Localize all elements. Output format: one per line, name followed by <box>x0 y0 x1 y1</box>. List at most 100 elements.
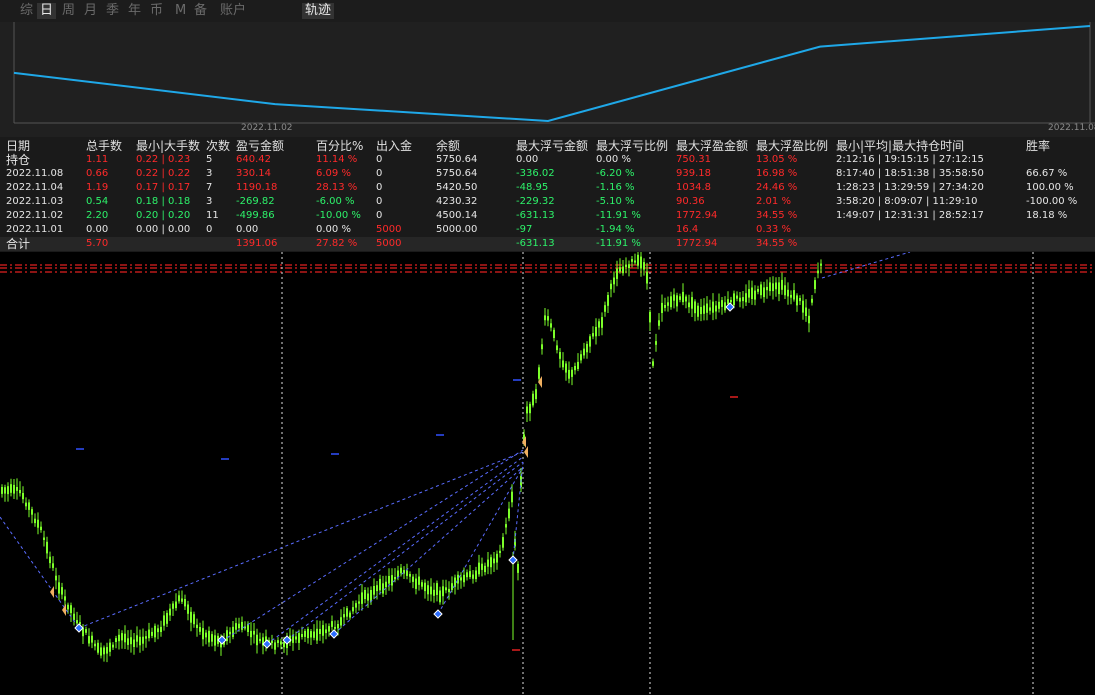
table-row: 2022.11.01 0.00 0.00 | 0.00 0 0.00 0.00 % 5000… <box>0 223 1095 237</box>
candle-body <box>301 634 303 637</box>
candle-body <box>760 284 762 296</box>
cell-7: 5750.64 <box>436 168 478 179</box>
trade-line <box>266 456 524 645</box>
cell-6: 5000 <box>376 224 402 235</box>
header-cell-9: 最大浮亏比例 <box>596 139 669 153</box>
candle-body <box>541 344 543 350</box>
tab-3[interactable]: 月 <box>81 3 100 19</box>
cell-10: 939.18 <box>676 168 711 179</box>
price-chart[interactable] <box>0 252 1095 695</box>
candle-body <box>298 633 300 643</box>
candle-body <box>751 287 753 299</box>
cell-2: 0.22 | 0.23 <box>136 154 191 165</box>
header-cell-12: 最小|平均|最大持仓时间 <box>836 139 965 153</box>
candle-body <box>379 578 381 591</box>
cell-8: -336.02 <box>516 168 555 179</box>
header-cell-13: 胜率 <box>1026 139 1051 153</box>
cell-4: -499.86 <box>236 210 275 221</box>
candle-body <box>394 577 396 580</box>
candle-body <box>712 301 714 313</box>
candle-body <box>565 363 567 373</box>
candle-body <box>103 647 105 655</box>
candle-body <box>436 583 438 595</box>
candle-body <box>814 280 816 290</box>
trade-line <box>286 461 524 641</box>
candle-body <box>658 320 660 326</box>
tab-8[interactable]: 备 <box>191 3 210 19</box>
candle-body <box>538 367 540 379</box>
candle-body <box>148 629 150 639</box>
candle-body <box>568 369 570 379</box>
candle-body <box>784 285 786 296</box>
table-row: 2022.11.08 0.66 0.22 | 0.22 3 330.14 6.09 % 0 5… <box>0 167 1095 181</box>
cell-9: -11.91 % <box>596 238 641 249</box>
candle-body <box>661 302 663 313</box>
table-row: 持仓 1.11 0.22 | 0.23 5 640.42 11.14 % 0 5750.64 0… <box>0 153 1095 167</box>
cell-12: 1:49:07 | 12:31:31 | 28:52:17 <box>836 210 984 221</box>
candle-body <box>238 623 240 629</box>
tab-2[interactable]: 周 <box>59 3 78 19</box>
candle-body <box>190 611 192 623</box>
candle-body <box>178 595 180 602</box>
tab-1[interactable]: 日 <box>37 3 57 19</box>
candle-body <box>418 576 420 585</box>
tab-0[interactable]: 综 <box>17 3 36 19</box>
candle-body <box>13 484 15 494</box>
cell-8: -631.13 <box>516 238 555 249</box>
candle-body <box>91 635 93 643</box>
cell-13: 100.00 % <box>1026 182 1074 193</box>
candle-body <box>781 279 783 290</box>
candle-body <box>43 537 45 540</box>
tab-6[interactable]: 币 <box>147 3 166 19</box>
equity-date-right: 2022.11.08 <box>1048 123 1095 133</box>
candle-body <box>346 608 348 617</box>
header-cell-10: 最大浮盈金额 <box>676 139 749 153</box>
tab-5[interactable]: 年 <box>125 3 144 19</box>
candle-body <box>208 630 210 643</box>
cell-7: 4500.14 <box>436 210 478 221</box>
candle-body <box>391 575 393 586</box>
cell-8: -631.13 <box>516 210 555 221</box>
candle-body <box>40 526 42 531</box>
candle-body <box>433 589 435 596</box>
candle-body <box>724 302 726 311</box>
candle-body <box>649 311 651 323</box>
candle-body <box>484 565 486 573</box>
cell-11: 0.33 % <box>756 224 791 235</box>
candle-body <box>415 578 417 589</box>
candle-body <box>112 644 114 648</box>
candle-body <box>697 305 699 317</box>
candle-body <box>613 277 615 285</box>
candle-body <box>637 254 639 266</box>
candle-body <box>256 634 258 646</box>
candle-body <box>676 295 678 307</box>
cell-11: 24.46 % <box>756 182 798 193</box>
cell-5: 11.14 % <box>316 154 358 165</box>
candle-body <box>634 260 636 263</box>
cell-3: 0 <box>206 224 213 235</box>
candle-body <box>787 289 789 297</box>
cell-9: 0.00 % <box>596 154 631 165</box>
candle-body <box>163 615 165 626</box>
candle-body <box>475 570 477 580</box>
candle-body <box>535 389 537 400</box>
tab-7[interactable]: M <box>172 3 189 19</box>
tab-9[interactable]: 账户 <box>217 3 249 19</box>
cell-0: 持仓 <box>6 153 31 167</box>
tab-trail[interactable]: 轨迹 <box>302 3 335 19</box>
candle-body <box>445 587 447 591</box>
cell-3: 5 <box>206 154 213 165</box>
candle-body <box>280 641 282 645</box>
table-row: 2022.11.02 2.20 0.20 | 0.20 11 -499.86 -10.00… <box>0 209 1095 223</box>
candle-body <box>610 283 612 290</box>
candle-body <box>715 305 717 312</box>
tab-4[interactable]: 季 <box>103 3 122 19</box>
candle-body <box>172 603 174 609</box>
candle-body <box>817 270 819 274</box>
candle-body <box>517 563 519 573</box>
candle-body <box>115 638 117 642</box>
candle-body <box>355 603 357 608</box>
candle-body <box>469 571 471 578</box>
candle-body <box>505 524 507 528</box>
cell-1: 1.11 <box>86 154 109 165</box>
